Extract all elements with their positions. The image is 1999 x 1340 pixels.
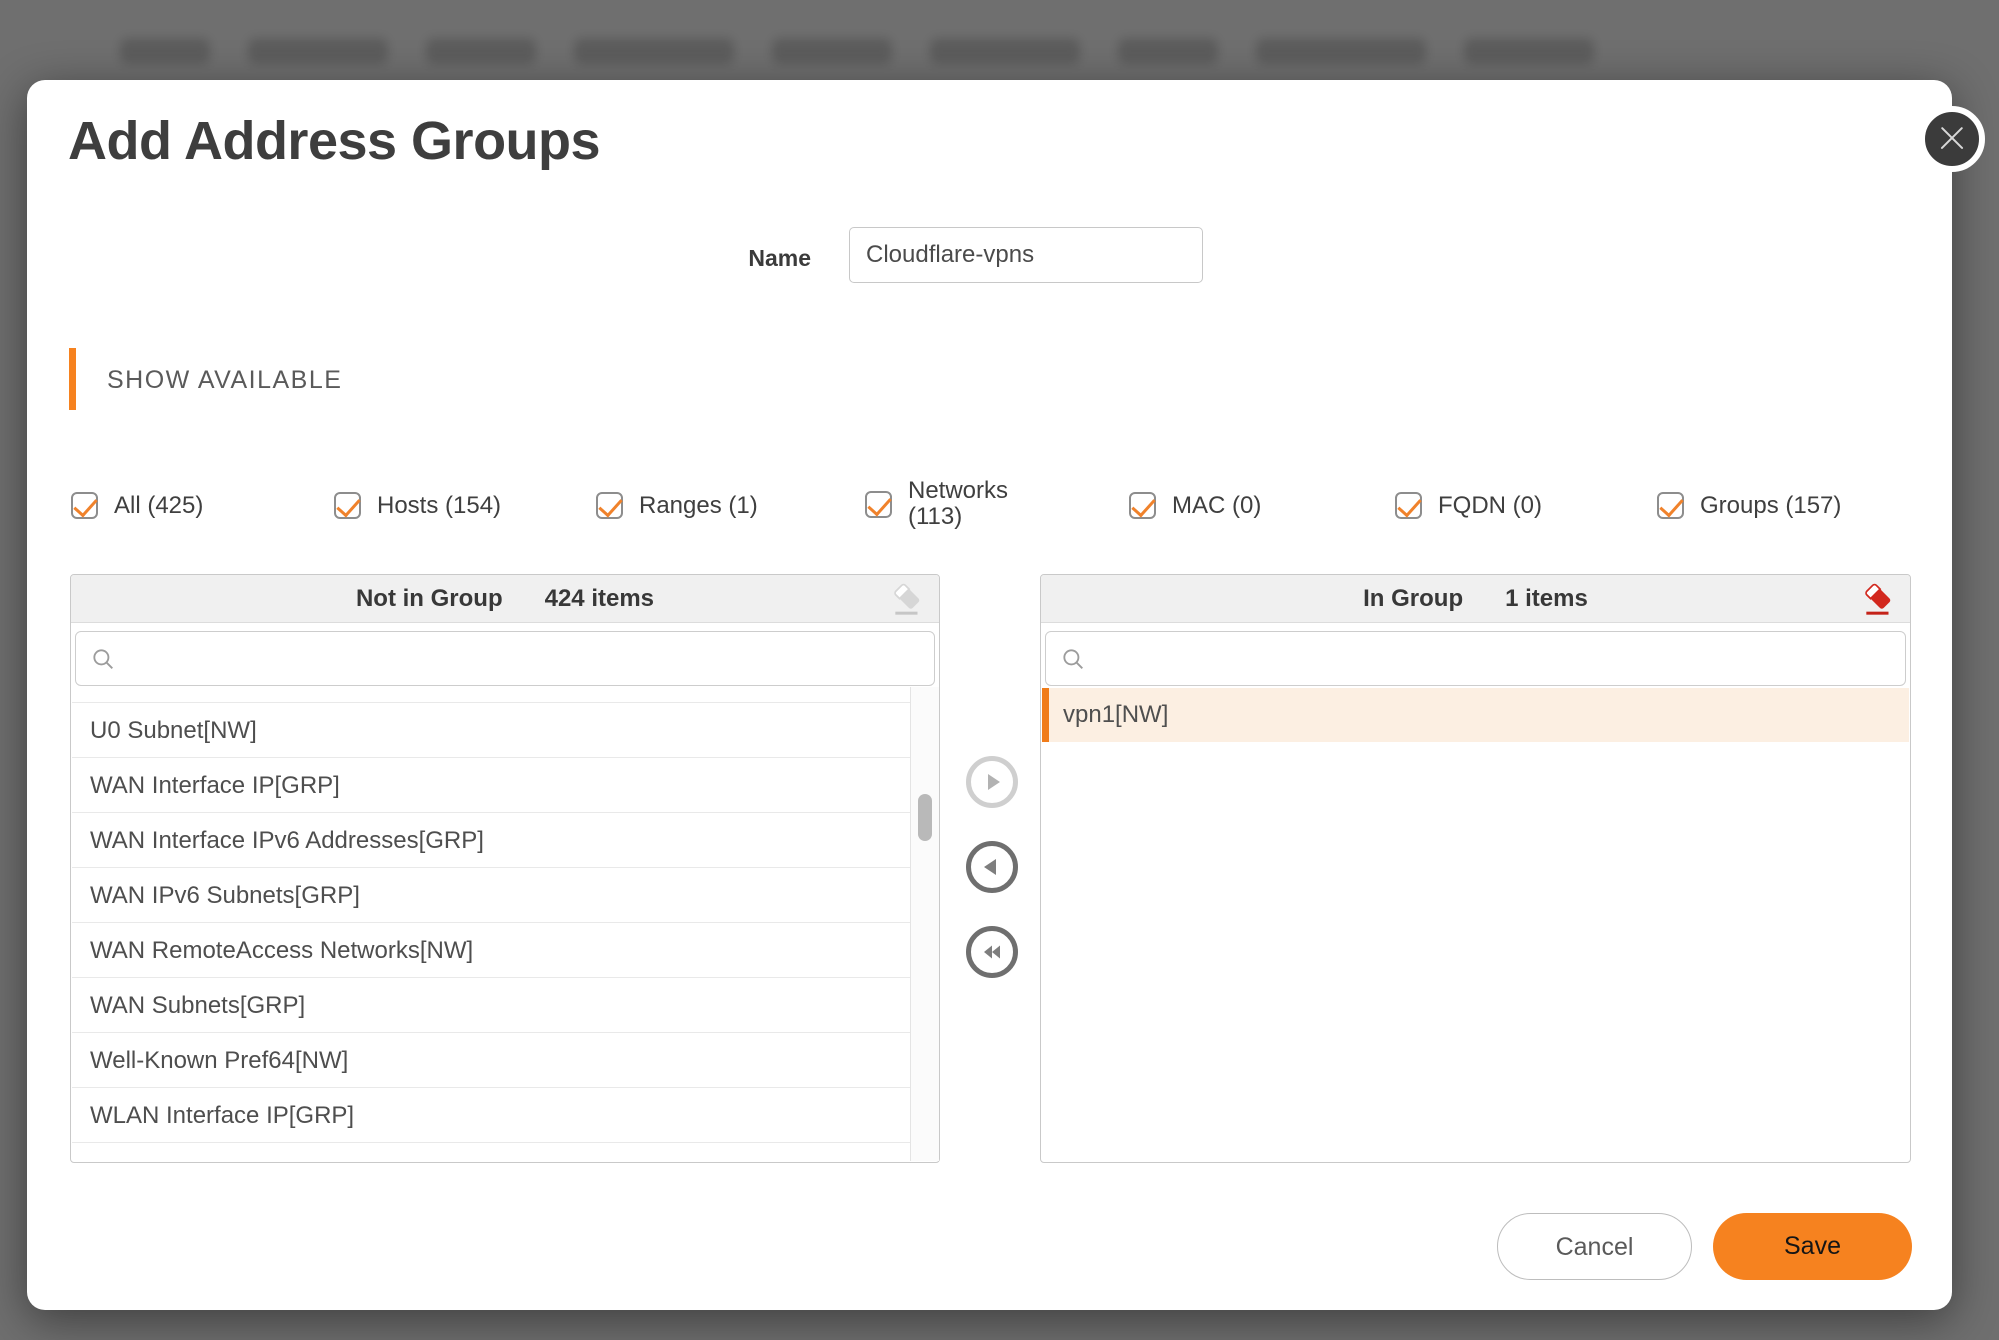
filter-hosts: Hosts (154)	[334, 492, 501, 519]
filter-checkbox-fqdn[interactable]	[1395, 492, 1422, 519]
list-scrollbar[interactable]	[910, 687, 939, 1161]
in-group-panel: In Group 1 items vpn1[NW]	[1040, 574, 1911, 1163]
move-right-button[interactable]	[966, 756, 1018, 808]
filter-label: Networks(113)	[908, 478, 1008, 530]
section-accent-bar	[69, 348, 76, 410]
in-group-search	[1045, 631, 1906, 686]
move-left-icon	[979, 854, 1005, 880]
not-in-group-search	[75, 631, 935, 686]
filter-ranges: Ranges (1)	[596, 492, 758, 519]
in-group-header: In Group 1 items	[1041, 575, 1910, 623]
filter-label: Groups (157)	[1700, 493, 1841, 519]
filter-label: FQDN (0)	[1438, 493, 1542, 519]
scrollbar-thumb[interactable]	[918, 794, 932, 841]
list-item[interactable]: U0 Subnet[NW]	[72, 703, 938, 758]
search-input[interactable]	[1096, 632, 1905, 685]
filter-label: MAC (0)	[1172, 493, 1261, 519]
filter-checkbox-all[interactable]	[71, 492, 98, 519]
move-right-icon	[979, 769, 1005, 795]
section-heading: SHOW AVAILABLE	[107, 366, 342, 395]
close-icon	[1937, 124, 1967, 154]
cancel-button[interactable]: Cancel	[1497, 1213, 1692, 1280]
list-item[interactable]: Well-Known Pref64[NW]	[72, 1033, 938, 1088]
filter-label: Ranges (1)	[639, 493, 758, 519]
not-in-group-panel: Not in Group 424 items U0 Subne	[70, 574, 940, 1163]
add-address-groups-dialog: Add Address Groups Name SHOW AVAILABLE A…	[27, 80, 1952, 1310]
panel-count: 424 items	[545, 585, 654, 613]
dialog-title: Add Address Groups	[68, 110, 600, 172]
filter-checkbox-networks[interactable]	[865, 491, 892, 518]
not-in-group-list: U0 Subnet[NW] WAN Interface IP[GRP] WAN …	[72, 688, 938, 1161]
background-page-silhouette	[120, 38, 1879, 72]
clear-list-eraser-icon	[889, 580, 927, 618]
move-left-button[interactable]	[966, 841, 1018, 893]
save-button[interactable]: Save	[1713, 1213, 1912, 1280]
panel-title: Not in Group	[356, 585, 503, 613]
panel-count: 1 items	[1505, 585, 1588, 613]
filter-label: All (425)	[114, 493, 203, 519]
clear-group-eraser-icon[interactable]	[1860, 580, 1898, 618]
selected-group-member[interactable]: vpn1[NW]	[1042, 688, 1909, 742]
search-icon	[90, 646, 116, 672]
list-item[interactable]: WAN IPv6 Subnets[GRP]	[72, 868, 938, 923]
filter-checkbox-ranges[interactable]	[596, 492, 623, 519]
not-in-group-header: Not in Group 424 items	[71, 575, 939, 623]
filter-mac: MAC (0)	[1129, 492, 1261, 519]
filter-networks: Networks(113)	[865, 478, 1008, 530]
list-item[interactable]: WAN Subnets[GRP]	[72, 978, 938, 1033]
list-item-partial	[72, 688, 938, 703]
close-button[interactable]	[1919, 106, 1985, 172]
filter-checkbox-mac[interactable]	[1129, 492, 1156, 519]
filter-groups: Groups (157)	[1657, 492, 1841, 519]
filter-checkbox-groups[interactable]	[1657, 492, 1684, 519]
move-all-left-icon	[979, 939, 1005, 965]
filter-fqdn: FQDN (0)	[1395, 492, 1542, 519]
filter-all: All (425)	[71, 492, 203, 519]
list-item[interactable]: WLAN Interface IP[GRP]	[72, 1088, 938, 1143]
panel-title: In Group	[1363, 585, 1463, 613]
name-input[interactable]	[849, 227, 1203, 283]
list-item[interactable]: WAN Interface IP[GRP]	[72, 758, 938, 813]
move-all-left-button[interactable]	[966, 926, 1018, 978]
search-input[interactable]	[126, 632, 934, 685]
filter-checkbox-hosts[interactable]	[334, 492, 361, 519]
filter-label: Hosts (154)	[377, 493, 501, 519]
search-icon	[1060, 646, 1086, 672]
list-item[interactable]: WAN RemoteAccess Networks[NW]	[72, 923, 938, 978]
name-label: Name	[736, 245, 811, 272]
list-item[interactable]: WAN Interface IPv6 Addresses[GRP]	[72, 813, 938, 868]
